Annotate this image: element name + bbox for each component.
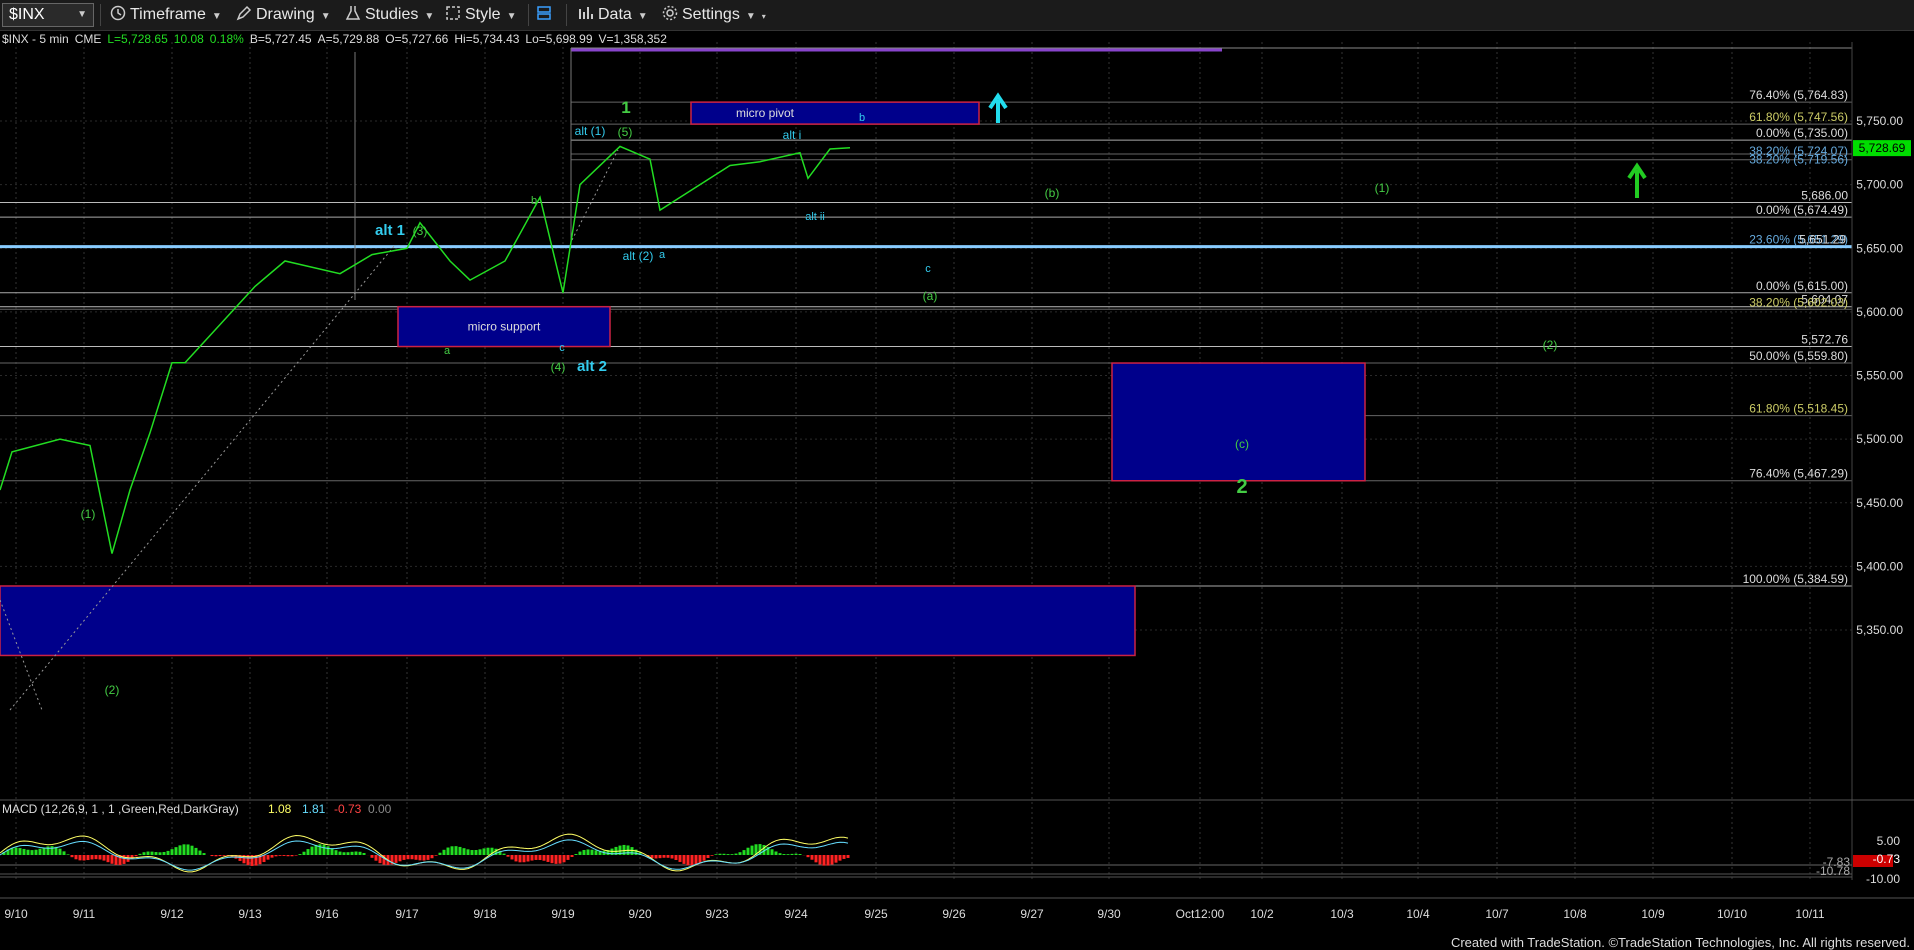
- zone-box: [0, 585, 1136, 657]
- macd-signal: 1.81: [302, 802, 326, 816]
- x-tick-label: 9/19: [551, 907, 575, 921]
- zone-box: [690, 101, 980, 125]
- x-tick-label: 10/10: [1717, 907, 1747, 921]
- fib-label: 38.20% (5,602.03): [1749, 295, 1848, 309]
- x-tick-label: 10/11: [1795, 907, 1824, 921]
- y-tick-label: 5,550.00: [1856, 369, 1903, 383]
- x-tick-label: 9/11: [73, 907, 96, 921]
- x-tick-label: 10/9: [1641, 907, 1665, 921]
- macd-line: [0, 833, 849, 873]
- macd-value: 1.08: [268, 802, 292, 816]
- wave-label: b: [531, 195, 537, 207]
- wave-label: b: [859, 112, 865, 124]
- wave-label: alt 2: [577, 358, 607, 375]
- wave-label: (c): [1235, 437, 1249, 451]
- x-tick-label: 10/8: [1563, 907, 1587, 921]
- fib-label: 61.80% (5,747.56): [1749, 110, 1848, 124]
- y-tick-label: 5,750.00: [1856, 114, 1903, 128]
- zone-box-label: micro support: [468, 320, 541, 334]
- x-tick-label: 9/23: [705, 907, 729, 921]
- macd-tick-label: -10.78: [1816, 864, 1850, 878]
- y-tick-label: 5,450.00: [1856, 496, 1903, 510]
- x-tick-label: 10/4: [1406, 907, 1430, 921]
- wave-label: (a): [923, 289, 938, 303]
- x-tick-label: 9/24: [784, 907, 808, 921]
- x-tick-label: 10/7: [1485, 907, 1509, 921]
- macd-tick-label: -10.00: [1866, 872, 1900, 886]
- x-tick-label: 9/17: [395, 907, 419, 921]
- macd-label: MACD (12,26,9, 1 , 1 ,Green,Red,DarkGray…: [2, 802, 239, 816]
- zone-boxes: micro pivot micro support: [0, 92, 1647, 711]
- fib-label: 50.00% (5,559.80): [1749, 349, 1848, 363]
- fib-label: 0.00% (5,615.00): [1756, 279, 1848, 293]
- x-tick-label: 10/2: [1250, 907, 1274, 921]
- wave-label: (b): [1045, 186, 1060, 200]
- y-tick-label: 5,400.00: [1856, 559, 1903, 573]
- zone-box-label: micro pivot: [736, 106, 795, 120]
- grid: [0, 42, 1852, 880]
- last-price-label: 5,728.69: [1859, 141, 1906, 155]
- price-line: [0, 145, 851, 554]
- x-tick-label: 9/12: [160, 907, 184, 921]
- y-tick-label: 5,350.00: [1856, 623, 1903, 637]
- fib-label: 0.00% (5,674.49): [1756, 203, 1848, 217]
- wave-label: c: [559, 342, 565, 354]
- wave-label: alt ii: [805, 211, 825, 223]
- wave-label: alt 1: [375, 222, 405, 239]
- fib-label: 76.40% (5,467.29): [1749, 467, 1848, 481]
- wave-label: (1): [81, 507, 96, 521]
- x-tick-label: 9/26: [942, 907, 966, 921]
- axes: 9/10 9/11 9/12 9/13 9/16 9/17 9/18 9/19 9/20 9/23…: [0, 42, 1914, 921]
- x-tick-label: 9/30: [1097, 907, 1121, 921]
- wave-label: a: [444, 345, 451, 357]
- x-tick-label: 9/13: [238, 907, 262, 921]
- y-tick-label: 5,500.00: [1856, 432, 1903, 446]
- x-tick-label: 9/10: [4, 907, 28, 921]
- fib-label: 5,651.29: [1799, 233, 1846, 247]
- x-tick-label: 9/18: [473, 907, 497, 921]
- fib-label: 0.00% (5,735.00): [1756, 126, 1848, 140]
- x-tick-label: Oct12:00: [1176, 907, 1225, 921]
- x-tick-label: 9/20: [628, 907, 652, 921]
- macd-zero: 0.00: [368, 802, 392, 816]
- up-arrow-icon: [1627, 162, 1647, 198]
- macd-tick-label: 5.00: [1877, 834, 1901, 848]
- macd-hist: -0.73: [334, 802, 362, 816]
- wave-label: 2: [1236, 476, 1247, 498]
- zone-box: [1111, 362, 1366, 482]
- wave-label: (2): [105, 683, 120, 697]
- up-arrow-icon: [988, 92, 1008, 123]
- x-tick-label: 9/27: [1020, 907, 1044, 921]
- x-tick-label: 9/16: [315, 907, 339, 921]
- wave-label: alt (1): [575, 124, 606, 138]
- wave-label: 1: [621, 98, 630, 117]
- x-tick-label: 10/3: [1330, 907, 1354, 921]
- fib-levels: 76.40% (5,764.83) 61.80% (5,747.56) 0.00% …: [0, 47, 1852, 587]
- y-tick-label: 5,700.00: [1856, 178, 1903, 192]
- fib-label: 100.00% (5,384.59): [1743, 572, 1848, 586]
- y-tick-label: 5,650.00: [1856, 241, 1903, 255]
- wave-label: (1): [1375, 181, 1390, 195]
- price-chart[interactable]: 76.40% (5,764.83) 61.80% (5,747.56) 0.00% …: [0, 0, 1914, 950]
- wave-label: (2): [1543, 338, 1558, 352]
- wave-label: alt (2): [623, 249, 654, 263]
- fib-label: 38.20% (5,719.56): [1749, 153, 1848, 167]
- y-tick-label: 5,600.00: [1856, 305, 1903, 319]
- fib-label: 5,686.00: [1801, 188, 1848, 202]
- macd-tick-label: -0.73: [1873, 852, 1901, 866]
- wave-label: c: [925, 263, 931, 275]
- wave-label: (3): [413, 224, 428, 238]
- macd-panel: MACD (12,26,9, 1 , 1 ,Green,Red,DarkGray…: [0, 802, 1900, 886]
- fib-label: 5,572.76: [1801, 333, 1848, 347]
- wave-label: (4): [551, 360, 566, 374]
- fib-label: 61.80% (5,518.45): [1749, 402, 1848, 416]
- x-tick-label: 9/25: [864, 907, 888, 921]
- fib-label: 76.40% (5,764.83): [1749, 88, 1848, 102]
- footer-credit: Created with TradeStation. ©TradeStation…: [1450, 935, 1910, 950]
- wave-label: alt i: [783, 128, 802, 142]
- wave-label: (5): [618, 125, 633, 139]
- wave-label: a: [659, 249, 666, 261]
